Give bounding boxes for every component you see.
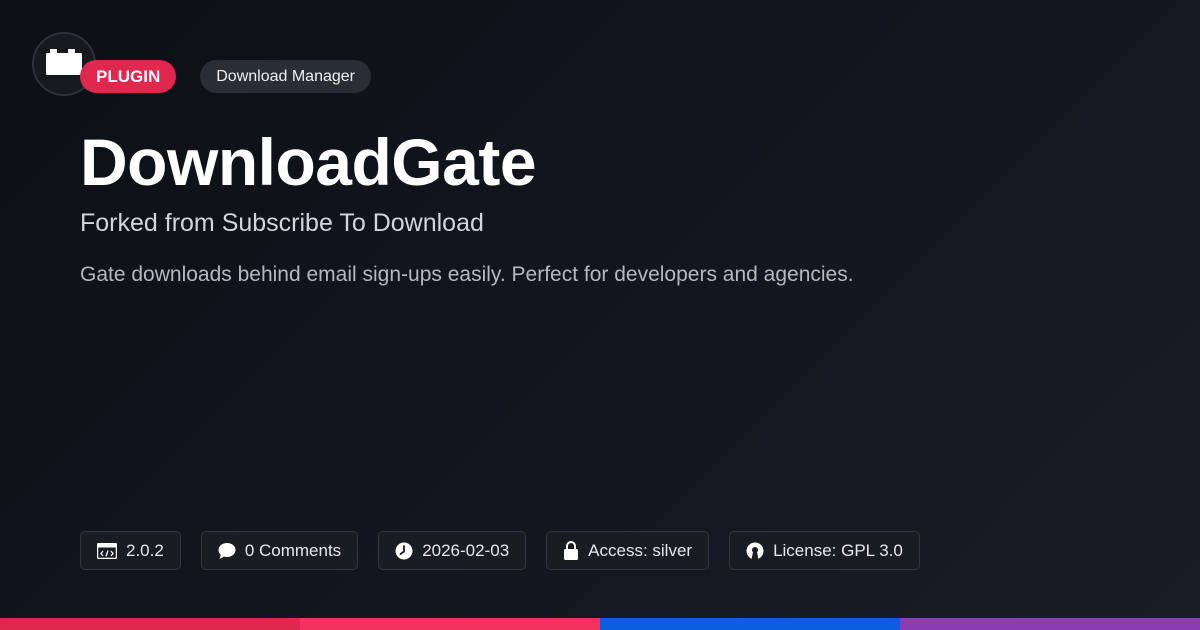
meta-row: 2.0.2 0 Comments 2026-02-03 Access: silv…: [80, 531, 920, 570]
speech-bubble-icon: [218, 542, 236, 560]
version-chip: 2.0.2: [80, 531, 181, 570]
color-bar: [0, 618, 1200, 630]
comments-chip[interactable]: 0 Comments: [200, 531, 359, 570]
color-bar-segment: [600, 618, 900, 630]
comments-count: 0 Comments: [244, 540, 342, 560]
color-bar-segment: [300, 618, 600, 630]
license-value: License: GPL 3.0: [773, 540, 903, 560]
color-bar-segment: [900, 618, 1200, 630]
plugin-title: DownloadGate: [80, 125, 537, 199]
plugin-subtitle: Forked from Subscribe To Download: [80, 209, 484, 237]
plugin-description: Gate downloads behind email sign-ups eas…: [80, 263, 854, 286]
color-bar-segment: [0, 618, 300, 630]
access-value: Access: silver: [588, 540, 693, 560]
plugin-block-icon: [46, 48, 82, 80]
code-window-icon: [97, 542, 117, 559]
date-value: 2026-02-03: [422, 540, 510, 560]
lock-icon: [563, 541, 579, 560]
version-value: 2.0.2: [126, 540, 164, 560]
category-badge[interactable]: Download Manager: [200, 60, 371, 93]
access-chip: Access: silver: [546, 531, 710, 570]
license-chip: License: GPL 3.0: [729, 531, 920, 570]
date-chip: 2026-02-03: [378, 531, 527, 570]
type-badge: PLUGIN: [80, 60, 177, 93]
open-source-icon: [746, 542, 764, 560]
clock-icon: [395, 542, 413, 560]
badge-row: PLUGIN Download Manager: [80, 60, 371, 93]
